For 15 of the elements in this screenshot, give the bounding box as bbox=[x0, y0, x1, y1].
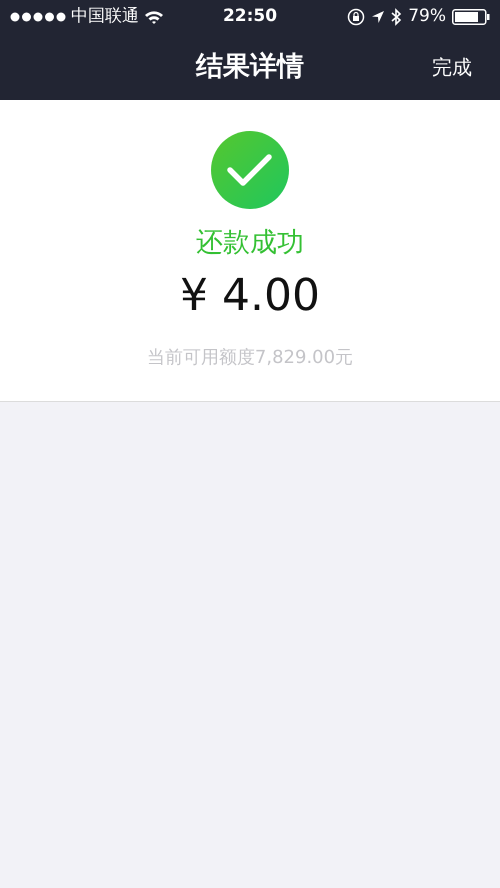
page-title: 结果详情 bbox=[196, 50, 304, 84]
done-button[interactable]: 完成 bbox=[432, 52, 472, 82]
battery-icon bbox=[452, 9, 490, 25]
location-arrow-icon bbox=[371, 10, 386, 24]
check-circle-icon bbox=[211, 131, 289, 209]
signal-icon bbox=[10, 12, 66, 22]
bluetooth-icon bbox=[391, 8, 402, 26]
clock-time: 22:50 bbox=[222, 5, 278, 28]
carrier-name: 中国联通 bbox=[71, 5, 139, 28]
amount: ¥ 4.00 bbox=[180, 274, 320, 318]
battery-percent: 79% bbox=[408, 5, 446, 28]
wifi-icon bbox=[144, 10, 164, 24]
rotation-lock-icon bbox=[347, 8, 366, 26]
success-status: 还款成功 bbox=[196, 229, 304, 256]
available-credit: 当前可用额度7,829.00元 bbox=[146, 346, 354, 370]
